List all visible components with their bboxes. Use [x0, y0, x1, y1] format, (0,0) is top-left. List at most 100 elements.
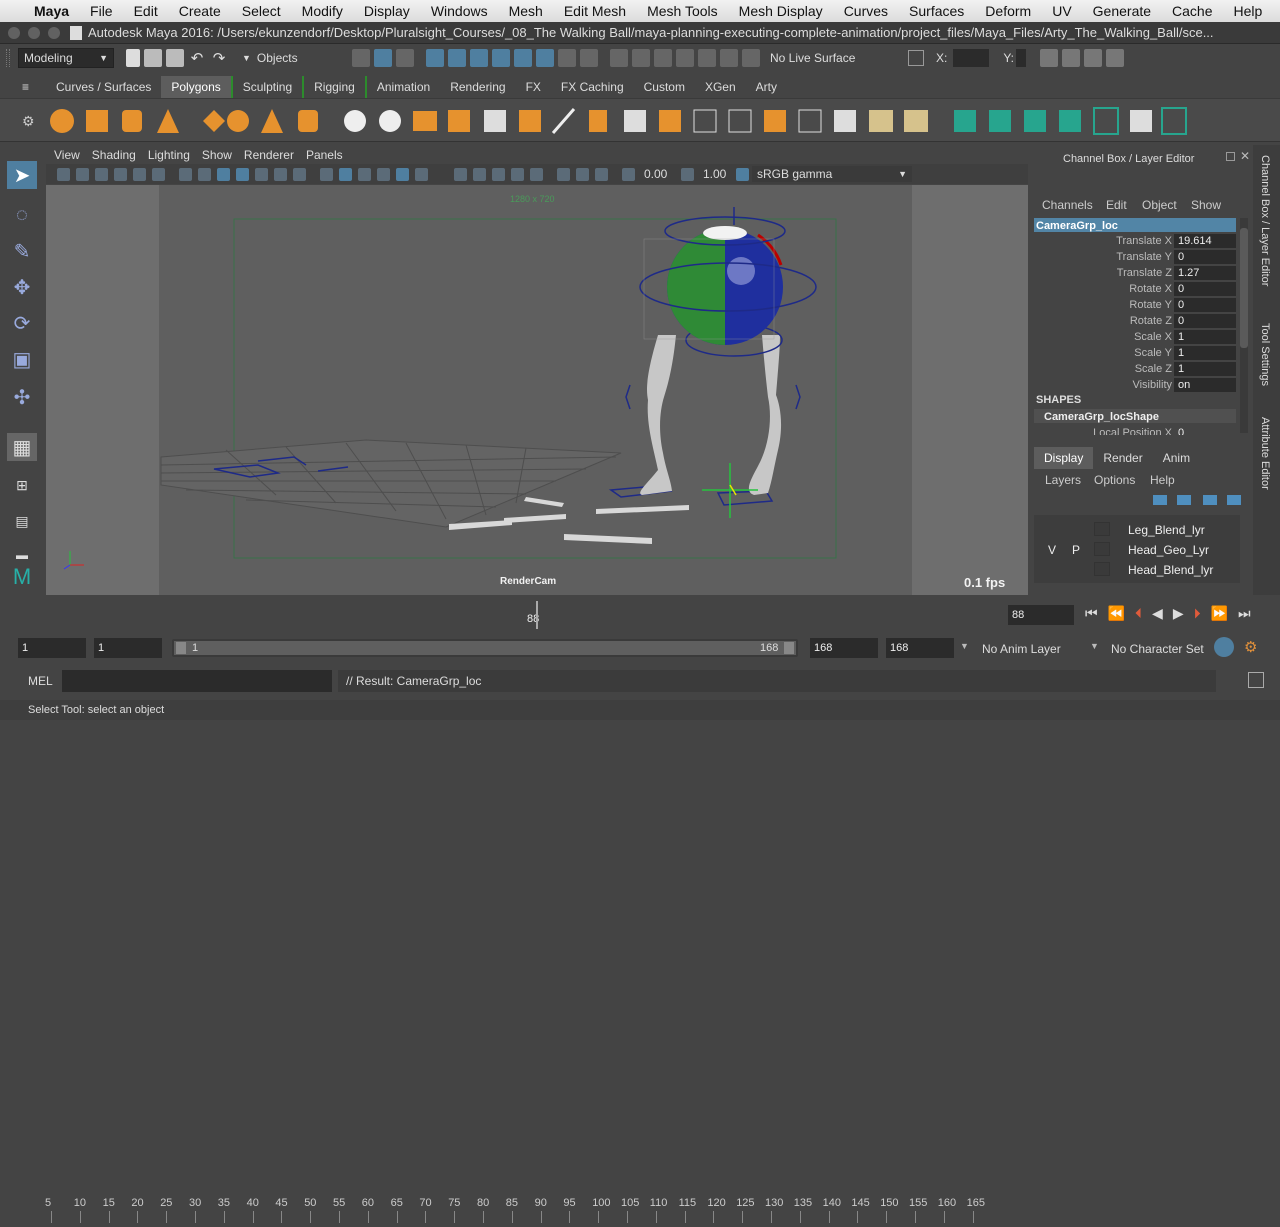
attr-row-rotate-x[interactable]: Rotate X0 [1030, 281, 1238, 297]
render-settings-icon[interactable] [1040, 49, 1059, 67]
attr-row-rotate-y[interactable]: Rotate Y0 [1030, 297, 1238, 313]
script-language-toggle[interactable]: MEL [28, 674, 53, 688]
menu-mesh[interactable]: Mesh [509, 3, 543, 19]
redo-icon[interactable]: ↷ [210, 49, 228, 67]
x-coord-input[interactable] [953, 49, 990, 67]
single-perspective-layout-icon[interactable]: ▦ [7, 433, 37, 461]
menu-select[interactable]: Select [242, 3, 281, 19]
shelf-settings-icon[interactable]: ⚙ [22, 113, 35, 130]
shelf-tab-xgen[interactable]: XGen [695, 76, 746, 98]
color-space-dropdown[interactable]: sRGB gamma ▼ [752, 166, 912, 182]
shelf-menu-icon[interactable]: ≡ [22, 80, 32, 94]
menu-help[interactable]: Help [1234, 3, 1263, 19]
range-handle-end[interactable] [784, 642, 794, 654]
motion-blur-icon[interactable] [492, 167, 505, 181]
viewport-menu-shading[interactable]: Shading [92, 148, 136, 162]
viewport-menu-lighting[interactable]: Lighting [148, 148, 190, 162]
attr-row-translate-z[interactable]: Translate Z 1.27 [1030, 265, 1238, 281]
minimize-window-button[interactable] [28, 26, 40, 39]
go-to-end-icon[interactable]: ⏭ [1238, 605, 1251, 622]
anim-layer-dropdown[interactable]: No Anim Layer [982, 642, 1061, 656]
snap-to-grid-icon[interactable] [610, 49, 628, 67]
attr-value[interactable]: 0 [1174, 314, 1236, 328]
range-handle-start[interactable] [176, 642, 186, 654]
shelf-tab-animation[interactable]: Animation [367, 76, 440, 98]
bookmark-icon[interactable] [95, 167, 108, 181]
outliner-layout-icon[interactable]: ▤ [7, 507, 37, 535]
shelf-tab-fx-caching[interactable]: FX Caching [551, 76, 634, 98]
attr-value[interactable]: 0 [1174, 282, 1236, 296]
grease-pencil-icon[interactable] [152, 167, 165, 181]
step-forward-key-icon[interactable]: ⏵ [1194, 605, 1201, 622]
open-scene-icon[interactable] [144, 49, 162, 67]
layer-color-swatch[interactable] [1094, 522, 1110, 536]
shelf-tab-fx[interactable]: FX [516, 76, 551, 98]
selection-mask-icon[interactable] [448, 49, 466, 67]
menu-mesh-tools[interactable]: Mesh Tools [647, 3, 718, 19]
snap-to-surface-icon[interactable] [676, 49, 694, 67]
field-chart-icon[interactable] [255, 167, 268, 181]
zoom-window-button[interactable] [48, 26, 60, 39]
layer-tab-anim[interactable]: Anim [1153, 447, 1200, 469]
go-to-start-icon[interactable]: ⏮ [1085, 605, 1098, 622]
play-forwards-icon[interactable]: ▶ [1173, 605, 1184, 622]
attr-row-scale-x[interactable]: Scale X1 [1030, 329, 1238, 345]
attr-row-scale-y[interactable]: Scale Y1 [1030, 345, 1238, 361]
menu-modify[interactable]: Modify [302, 3, 343, 19]
attr-value[interactable]: 1 [1174, 362, 1236, 376]
menu-edit-mesh[interactable]: Edit Mesh [564, 3, 626, 19]
film-gate-icon[interactable] [198, 167, 211, 181]
grid-icon[interactable] [908, 50, 924, 66]
viewport-menu-panels[interactable]: Panels [306, 148, 343, 162]
range-bar-fill[interactable] [174, 641, 796, 655]
selection-mask-icon[interactable] [558, 49, 576, 67]
animation-end-input[interactable]: 168 [886, 638, 954, 658]
range-bar[interactable]: 1 168 [172, 639, 798, 657]
xray-active-icon[interactable] [595, 167, 608, 181]
layer-color-swatch[interactable] [1094, 542, 1110, 556]
shelf-tab-polygons[interactable]: Polygons [161, 76, 231, 98]
textured-icon[interactable] [377, 167, 390, 181]
safe-title-icon[interactable] [293, 167, 306, 181]
shelf-tab-arty[interactable]: Arty [746, 76, 787, 98]
gamma-value[interactable]: 1.00 [703, 167, 733, 181]
color-management-icon[interactable] [736, 167, 749, 181]
snap-together-icon[interactable] [720, 49, 738, 67]
lights-icon[interactable] [415, 167, 428, 181]
shelf-tab-rendering[interactable]: Rendering [440, 76, 515, 98]
viewport-menu-show[interactable]: Show [202, 148, 232, 162]
smooth-shade-icon[interactable] [339, 167, 352, 181]
four-view-layout-icon[interactable]: ⊞ [7, 471, 37, 499]
menu-windows[interactable]: Windows [431, 3, 488, 19]
attr-row-visibility[interactable]: Visibility on [1030, 377, 1238, 393]
move-layer-up-icon[interactable] [1153, 495, 1167, 505]
default-material-icon[interactable] [358, 167, 371, 181]
selection-mode-dropdown[interactable]: ▼ Objects [242, 51, 352, 65]
channel-box-menu-show[interactable]: Show [1191, 198, 1221, 212]
last-tool-icon[interactable]: ✣ [7, 383, 37, 411]
menu-surfaces[interactable]: Surfaces [909, 3, 964, 19]
step-forward-frame-icon[interactable]: ⏩ [1211, 605, 1228, 622]
menu-cache[interactable]: Cache [1172, 3, 1212, 19]
attr-value[interactable]: 19.614 [1174, 234, 1236, 248]
two-d-pan-zoom-icon[interactable] [133, 167, 146, 181]
layer-row[interactable]: Head_Blend_lyr [1042, 560, 1242, 580]
depth-of-field-icon[interactable] [530, 167, 543, 181]
attr-value[interactable]: on [1174, 378, 1236, 392]
shape-node-row[interactable]: CameraGrp_locShape [1034, 409, 1236, 423]
playback-start-input[interactable]: 1 [94, 638, 162, 658]
attr-value[interactable]: 0 [1174, 298, 1236, 312]
selection-mask-icon[interactable] [536, 49, 554, 67]
grid-toggle-icon[interactable] [179, 167, 192, 181]
move-layer-down-icon[interactable] [1177, 495, 1191, 505]
current-frame-input[interactable]: 88 [1008, 605, 1074, 625]
viewport-menu-renderer[interactable]: Renderer [244, 148, 294, 162]
snap-to-view-icon[interactable] [698, 49, 716, 67]
selection-mask-icon[interactable] [470, 49, 488, 67]
xray-joints-icon[interactable] [576, 167, 589, 181]
select-tool-icon[interactable]: ➤ [7, 161, 37, 189]
channel-box-menu-object[interactable]: Object [1142, 198, 1177, 212]
selection-mask-icon[interactable] [514, 49, 532, 67]
wireframe-icon[interactable] [320, 167, 333, 181]
float-panel-icon[interactable] [1226, 152, 1235, 161]
